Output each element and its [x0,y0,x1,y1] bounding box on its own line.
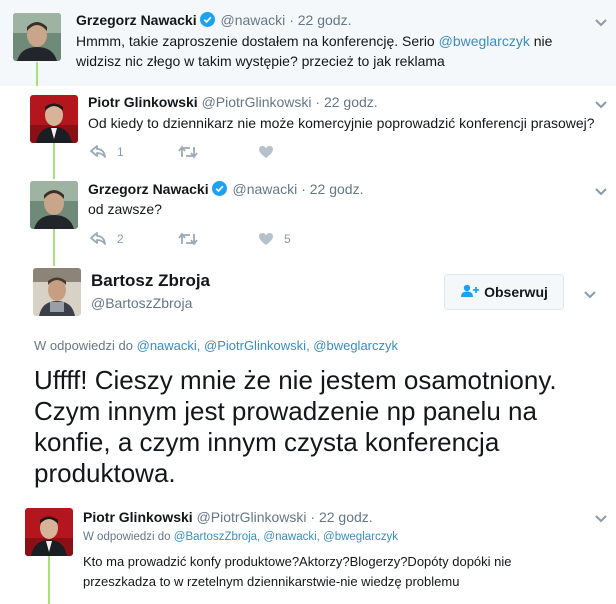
like-button[interactable]: 5 [258,232,291,246]
tweet-timestamp[interactable]: 22 godz. [319,509,373,525]
chevron-down-icon[interactable] [594,511,608,523]
tweet-header: Piotr Glinkowski @PiotrGlinkowski · 22 g… [88,93,378,111]
verified-badge-icon [211,181,227,200]
add-user-icon [460,284,484,301]
tweet-timestamp[interactable]: 22 godz. [310,181,364,197]
mention-link[interactable]: @bweglarczyk [439,33,530,49]
tweet-text: Kto ma prowadzić konfy produktowe?Aktorz… [83,554,512,589]
tweet-timestamp[interactable]: 22 godz. [324,94,378,110]
reply-icon [90,145,107,159]
replying-mentions[interactable]: @nawacki, @PiotrGlinkowski, @bweglarczyk [137,338,398,353]
avatar[interactable] [13,13,61,61]
thread-line [36,62,38,86]
heart-icon [258,145,274,159]
follow-button[interactable]: Obserwuj [444,274,564,310]
tweet-header: Grzegorz Nawacki @nawacki · 22 godz. [88,180,363,200]
author-name[interactable]: Grzegorz Nawacki [88,181,209,197]
tweet-header: Piotr Glinkowski @PiotrGlinkowski · 22 g… [83,508,373,526]
focused-tweet-text: Uffff! Cieszy mnie że nie jestem osamotn… [34,365,557,488]
chevron-down-icon[interactable] [583,287,597,299]
chevron-down-icon[interactable] [594,97,608,109]
separator-dot: · [315,94,321,110]
chevron-down-icon[interactable] [594,15,608,27]
retweet-button[interactable] [178,145,258,159]
tweet-actions: 1 [90,142,284,162]
like-button[interactable] [258,145,284,159]
author-name[interactable]: Piotr Glinkowski [88,94,198,110]
tweet-header: Grzegorz Nawacki @nawacki · 22 godz. [76,11,351,31]
author-handle[interactable]: @nawacki [221,12,286,28]
reply-button[interactable]: 2 [90,232,178,246]
replying-to: W odpowiedzi do @BartoszZbroja, @nawacki… [83,531,398,543]
reply-button[interactable]: 1 [90,145,178,159]
replying-to: W odpowiedzi do @nawacki, @PiotrGlinkows… [34,338,399,353]
author-name[interactable]: Bartosz Zbroja [91,271,210,291]
separator-dot: · [301,181,306,197]
tweet-nawacki-1[interactable]: Grzegorz Nawacki @nawacki · 22 godz. Hmm… [0,0,616,86]
tweet-timestamp[interactable]: 22 godz. [298,12,352,28]
tweet-nawacki-2[interactable]: Grzegorz Nawacki @nawacki · 22 godz. od … [0,174,616,260]
follow-label: Obserwuj [484,284,548,300]
author-name[interactable]: Grzegorz Nawacki [76,12,197,28]
avatar[interactable] [30,95,78,143]
author-name[interactable]: Piotr Glinkowski [83,509,193,525]
heart-icon [258,232,274,246]
tweet-glinkowski-2[interactable]: Piotr Glinkowski @PiotrGlinkowski · 22 g… [0,494,616,604]
tweet-text: Hmmm, takie zaproszenie dostałem na konf… [76,33,553,69]
author-handle[interactable]: @PiotrGlinkowski [197,509,307,525]
retweet-icon [178,232,198,246]
avatar[interactable] [30,181,78,229]
like-count: 5 [284,232,291,246]
separator-dot: · [289,12,294,28]
author-handle[interactable]: @PiotrGlinkowski [202,94,312,110]
retweet-button[interactable] [178,232,258,246]
author-handle[interactable]: @BartoszZbroja [91,295,192,311]
separator-dot: · [310,509,316,525]
retweet-icon [178,145,198,159]
verified-badge-icon [199,12,215,31]
reply-count: 1 [117,145,124,159]
thread-line [48,556,50,604]
reply-count: 2 [117,232,124,246]
chevron-down-icon[interactable] [594,184,608,196]
replying-mentions[interactable]: @BartoszZbroja, @nawacki, @bweglarczyk [174,531,398,543]
tweet-glinkowski-1[interactable]: Piotr Glinkowski @PiotrGlinkowski · 22 g… [0,86,616,174]
tweet-text: od zawsze? [88,201,162,217]
tweet-text: Od kiedy to dziennikarz nie może komercy… [88,115,595,131]
avatar[interactable] [25,508,73,556]
avatar[interactable] [33,268,81,316]
author-handle[interactable]: @nawacki [233,181,298,197]
reply-icon [90,232,107,246]
tweet-actions: 2 5 [90,229,291,249]
